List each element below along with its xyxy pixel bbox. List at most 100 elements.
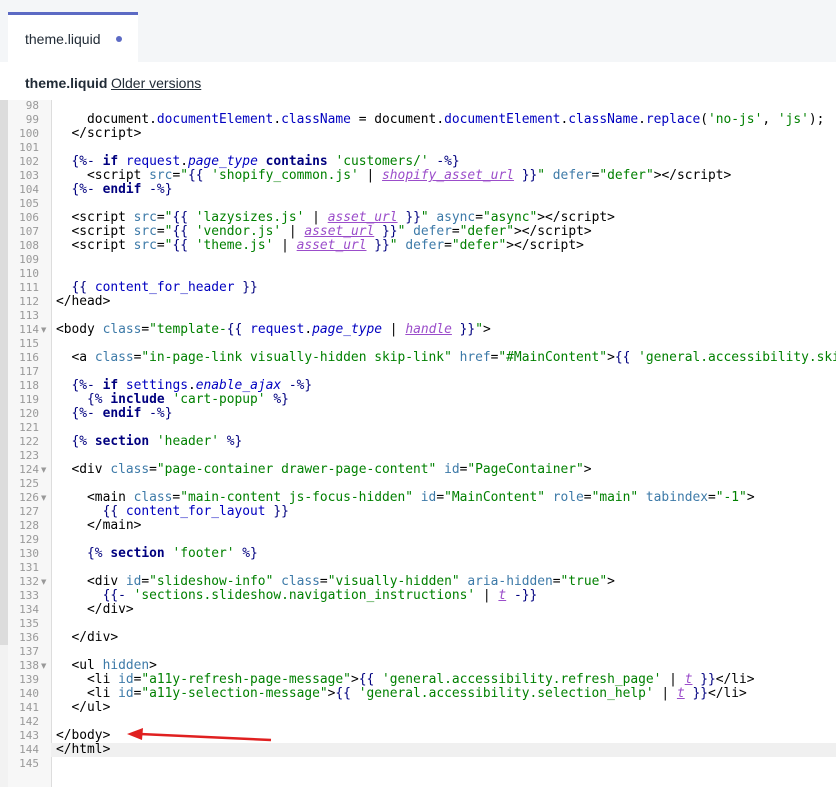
code-line[interactable]: 119 {% include 'cart-popup' %} — [19, 392, 836, 407]
code-line[interactable]: 123 — [19, 449, 836, 463]
code-line[interactable]: 139 <li id="a11y-refresh-page-message">{… — [19, 673, 836, 687]
code-text: <ul hidden> — [56, 658, 157, 673]
code-line[interactable]: 136 </div> — [19, 631, 836, 645]
line-number: 128 — [19, 519, 39, 532]
code-line[interactable]: 100 </script> — [19, 127, 836, 141]
fold-toggle-icon[interactable]: ▼ — [41, 463, 49, 477]
code-text: </html> — [56, 742, 111, 757]
top-strip — [0, 0, 836, 12]
code-text: {% section 'footer' %} — [87, 546, 258, 561]
code-line[interactable]: 105 — [19, 197, 836, 211]
code-line[interactable]: 101 — [19, 141, 836, 155]
code-line[interactable]: 133 {{- 'sections.slideshow.navigation_i… — [19, 589, 836, 603]
code-line[interactable]: 103 <script src="{{ 'shopify_common.js' … — [19, 169, 836, 183]
code-line[interactable]: 145 — [19, 757, 836, 771]
code-line[interactable]: 115 — [19, 337, 836, 351]
code-text: </ul> — [56, 700, 111, 715]
line-number: 110 — [19, 267, 39, 280]
line-number: 100 — [19, 127, 39, 140]
code-line[interactable]: 121 — [19, 421, 836, 435]
code-line[interactable]: 113 — [19, 309, 836, 323]
code-line[interactable]: 143 </body> — [19, 728, 836, 743]
code-line[interactable]: 129 — [19, 533, 836, 547]
scrollbar-thumb[interactable] — [0, 100, 8, 645]
vertical-scrollbar[interactable] — [0, 100, 8, 787]
code-line[interactable]: 132 ▼ <div id="slideshow-info" class="vis… — [19, 575, 836, 589]
older-versions-link[interactable]: Older versions — [111, 75, 201, 91]
code-text: </body> — [56, 728, 111, 743]
line-number: 130 — [19, 547, 39, 560]
line-number: 140 — [19, 687, 39, 700]
code-line[interactable]: 138 ▼ <ul hidden> — [19, 658, 836, 673]
code-line[interactable]: 134 </div> — [19, 603, 836, 617]
line-number: 103 — [19, 169, 39, 182]
code-text: <a class="in-page-link visually-hidden s… — [56, 350, 836, 365]
code-text: document.documentElement.className = doc… — [56, 112, 825, 127]
code-text: <div class="page-container drawer-page-c… — [56, 462, 592, 477]
line-number: 134 — [19, 603, 39, 616]
code-line[interactable]: 99 document.documentElement.className = … — [26, 112, 836, 127]
code-text: <script src="{{ 'theme.js' | asset_url }… — [56, 238, 584, 253]
line-number: 108 — [19, 239, 39, 252]
code-editor[interactable]: 98 99 document.documentElement.className … — [0, 100, 836, 787]
code-text: {% include 'cart-popup' %} — [87, 392, 289, 407]
file-header: theme.liquid Older versions — [0, 62, 836, 102]
line-number: 122 — [19, 435, 39, 448]
code-line[interactable]: 112 </head> — [19, 295, 836, 309]
code-line[interactable]: 118 {%- if settings.enable_ajax -%} — [19, 378, 836, 393]
code-line[interactable]: 144 </html> — [19, 742, 836, 757]
code-line[interactable]: 116 <a class="in-page-link visually-hidd… — [19, 350, 836, 365]
line-number: 131 — [19, 561, 39, 574]
line-number: 105 — [19, 197, 39, 210]
code-line[interactable]: 122 {% section 'header' %} — [19, 434, 836, 449]
line-number: 124 — [19, 463, 39, 476]
code-line[interactable]: 104 {%- endif -%} — [19, 182, 836, 197]
code-line[interactable]: 131 — [19, 561, 836, 575]
code-line[interactable]: 108 <script src="{{ 'theme.js' | asset_u… — [19, 238, 836, 253]
code-text: <script src="{{ 'lazysizes.js' | asset_u… — [56, 210, 615, 225]
code-line[interactable]: 120 {%- endif -%} — [19, 406, 836, 421]
code-line[interactable]: 107 <script src="{{ 'vendor.js' | asset_… — [19, 224, 836, 239]
line-number: 144 — [19, 743, 39, 756]
code-text: {% section 'header' %} — [71, 434, 243, 449]
code-line[interactable]: 142 — [19, 715, 836, 729]
code-line[interactable]: 130 {% section 'footer' %} — [19, 546, 836, 561]
code-line[interactable]: 124 ▼ <div class="page-container drawer-p… — [19, 462, 836, 477]
tab-theme-liquid[interactable]: theme.liquid — [8, 12, 138, 62]
code-line[interactable]: 125 — [19, 477, 836, 491]
code-line[interactable]: 127 {{ content_for_layout }} — [19, 505, 836, 519]
fold-toggle-icon[interactable]: ▼ — [41, 323, 49, 337]
code-text: <main class="main-content js-focus-hidde… — [56, 490, 755, 505]
code-text: {%- endif -%} — [71, 182, 173, 197]
code-line[interactable]: 141 </ul> — [19, 700, 836, 715]
code-line[interactable]: 137 — [19, 645, 836, 659]
code-line[interactable]: 135 — [19, 617, 836, 631]
code-text: <body class="template-{{ request.page_ty… — [56, 322, 491, 337]
line-number: 99 — [25, 113, 39, 126]
code-text: {%- endif -%} — [71, 406, 173, 421]
code-line[interactable]: 102 {%- if request.page_type contains 'c… — [19, 155, 836, 169]
line-number: 119 — [19, 393, 39, 406]
code-line[interactable]: 117 — [19, 365, 836, 379]
code-line[interactable]: 126 ▼ <main class="main-content js-focus-… — [19, 490, 836, 505]
line-number: 139 — [19, 673, 39, 686]
line-number: 117 — [19, 365, 39, 378]
code-line[interactable]: 140 <li id="a11y-selection-message">{{ '… — [19, 687, 836, 701]
code-line[interactable]: 110 — [19, 267, 836, 281]
code-line[interactable]: 128 </main> — [19, 519, 836, 533]
line-number: 121 — [19, 421, 39, 434]
line-number: 142 — [19, 715, 39, 728]
code-line[interactable]: 111 {{ content_for_header }} — [19, 281, 836, 295]
line-number: 120 — [19, 407, 39, 420]
code-text: <script src="{{ 'vendor.js' | asset_url … — [56, 224, 592, 239]
code-line[interactable]: 106 <script src="{{ 'lazysizes.js' | ass… — [19, 210, 836, 225]
code-line[interactable]: 109 — [19, 253, 836, 267]
code-text: {%- if settings.enable_ajax -%} — [71, 378, 313, 393]
line-number: 98 — [25, 100, 39, 112]
fold-toggle-icon[interactable]: ▼ — [41, 575, 49, 589]
line-number: 141 — [19, 701, 39, 714]
fold-toggle-icon[interactable]: ▼ — [41, 491, 49, 505]
line-number: 125 — [19, 477, 39, 490]
fold-toggle-icon[interactable]: ▼ — [41, 659, 49, 673]
code-line[interactable]: 114 ▼ <body class="template-{{ request.pag… — [19, 322, 836, 337]
